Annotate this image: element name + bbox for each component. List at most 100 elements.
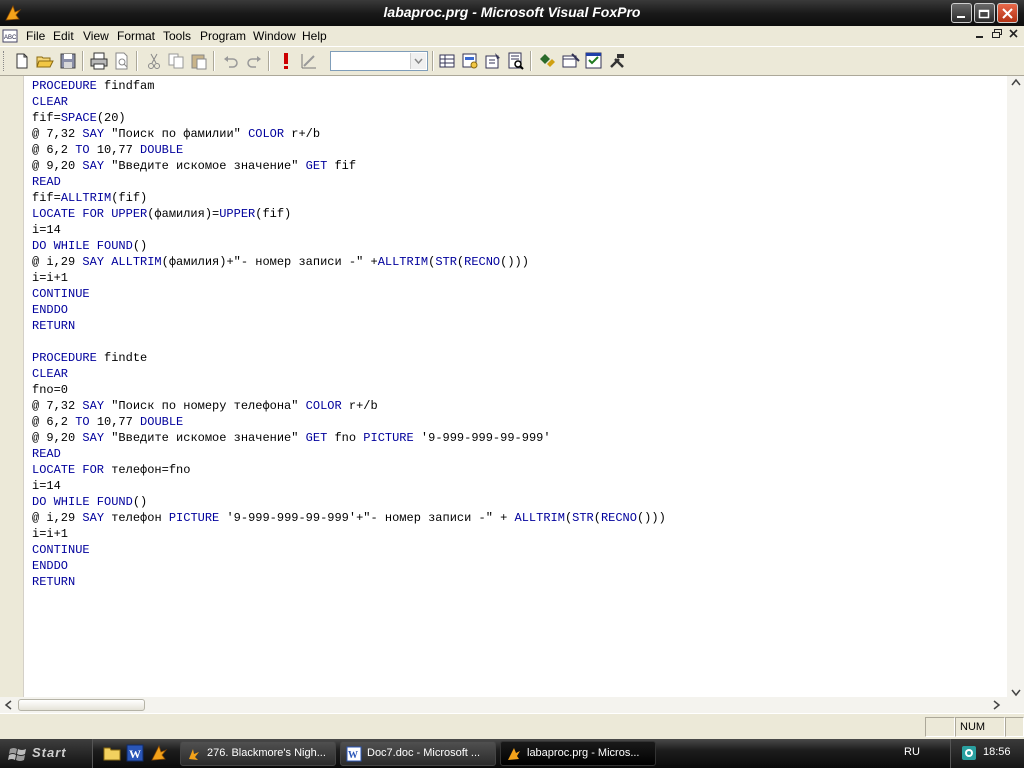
doc-close-button[interactable] <box>1006 28 1022 42</box>
code-line[interactable]: i=i+1 <box>32 526 666 542</box>
cut-button[interactable] <box>144 51 164 71</box>
vertical-scrollbar[interactable] <box>1007 76 1024 713</box>
data-session-button[interactable] <box>561 51 581 71</box>
code-line[interactable]: PROCEDURE findte <box>32 350 666 366</box>
undo-button[interactable] <box>221 51 241 71</box>
code-content[interactable]: PROCEDURE findfam CLEAR fif=SPACE(20) @ 7,3… <box>32 78 666 590</box>
code-text: findfam <box>96 79 155 93</box>
report-button[interactable] <box>483 51 503 71</box>
toolbar-grip[interactable] <box>3 51 7 71</box>
code-keyword: ALLTRIM <box>377 255 429 269</box>
code-line[interactable]: LOCATE FOR телефон=fno <box>32 462 666 478</box>
maximize-button[interactable] <box>974 3 995 23</box>
tools-button[interactable] <box>607 51 627 71</box>
report-preview-button[interactable] <box>506 51 526 71</box>
code-line[interactable]: READ <box>32 446 666 462</box>
data-session-icon <box>562 53 580 68</box>
menu-program[interactable]: Program <box>200 29 246 43</box>
code-line[interactable]: DO WHILE FOUND() <box>32 494 666 510</box>
code-line[interactable]: @ 7,32 SAY "Поиск по фамилии" COLOR r+/b <box>32 126 666 142</box>
code-line[interactable]: CLEAR <box>32 94 666 110</box>
network-icon[interactable] <box>961 745 977 761</box>
code-line[interactable]: fif=ALLTRIM(fif) <box>32 190 666 206</box>
folder-icon[interactable] <box>103 744 121 762</box>
print-button[interactable] <box>89 51 109 71</box>
close-icon <box>1009 29 1018 38</box>
code-line[interactable]: @ 9,20 SAY "Введите искомое значение" GE… <box>32 158 666 174</box>
form-button[interactable] <box>584 51 604 71</box>
scroll-down-icon[interactable] <box>1011 689 1021 700</box>
doc-restore-button[interactable] <box>989 28 1005 42</box>
minimize-button[interactable] <box>951 3 972 23</box>
code-line[interactable]: fno=0 <box>32 382 666 398</box>
code-line[interactable]: @ i,29 SAY ALLTRIM(фамилия)+"- номер зап… <box>32 254 666 270</box>
toolbar-combo[interactable] <box>330 51 428 71</box>
taskbar-task-active[interactable]: labaproc.prg - Micros... <box>500 741 656 766</box>
close-button[interactable] <box>997 3 1018 23</box>
code-line[interactable]: READ <box>32 174 666 190</box>
menu-edit[interactable]: Edit <box>53 29 74 43</box>
start-button[interactable]: Start <box>0 739 93 768</box>
menu-view[interactable]: View <box>83 29 109 43</box>
code-keyword: STR <box>572 511 594 525</box>
code-line[interactable] <box>32 334 666 350</box>
code-line[interactable]: DO WHILE FOUND() <box>32 238 666 254</box>
code-line[interactable]: CONTINUE <box>32 542 666 558</box>
menu-window[interactable]: Window <box>253 29 296 43</box>
code-text: 10,77 <box>89 143 141 157</box>
print-preview-button[interactable] <box>112 51 132 71</box>
code-editor[interactable]: PROCEDURE findfam CLEAR fif=SPACE(20) @ 7,3… <box>0 76 1024 713</box>
code-line[interactable]: i=i+1 <box>32 270 666 286</box>
code-text: @ 6,2 <box>32 415 76 429</box>
taskbar-task[interactable]: 276. Blackmore's Nigh... <box>180 741 336 766</box>
code-line[interactable]: RETURN <box>32 318 666 334</box>
chevron-down-icon[interactable] <box>410 53 426 69</box>
open-button[interactable] <box>35 51 55 71</box>
code-line[interactable]: @ 6,2 TO 10,77 DOUBLE <box>32 414 666 430</box>
code-line[interactable]: i=14 <box>32 478 666 494</box>
code-line[interactable]: i=14 <box>32 222 666 238</box>
code-keyword: SAY <box>82 399 105 413</box>
window-title: labaproc.prg - Microsoft Visual FoxPro <box>383 4 641 20</box>
new-button[interactable] <box>12 51 32 71</box>
database-button[interactable] <box>437 51 457 71</box>
menu-format[interactable]: Format <box>117 29 155 43</box>
word-icon[interactable]: W <box>126 744 144 762</box>
code-line[interactable]: ENDDO <box>32 302 666 318</box>
scroll-right-icon[interactable] <box>993 700 1001 713</box>
run-button[interactable] <box>276 51 296 71</box>
code-window-button[interactable] <box>537 51 557 71</box>
code-line[interactable]: ENDDO <box>32 558 666 574</box>
menu-file[interactable]: File <box>26 29 45 43</box>
code-line[interactable]: @ 6,2 TO 10,77 DOUBLE <box>32 142 666 158</box>
horizontal-scroll-thumb[interactable] <box>18 699 145 711</box>
code-line[interactable]: PROCEDURE findfam <box>32 78 666 94</box>
save-button[interactable] <box>58 51 78 71</box>
foxpro-quick-icon[interactable] <box>150 744 168 762</box>
modify-form-button[interactable] <box>299 51 319 71</box>
program-document-icon[interactable]: ABC <box>2 28 18 44</box>
code-text: fif= <box>32 111 61 125</box>
language-indicator[interactable]: RU <box>904 746 920 758</box>
code-line[interactable]: LOCATE FOR UPPER(фамилия)=UPPER(fif) <box>32 206 666 222</box>
code-line[interactable]: @ 9,20 SAY "Введите искомое значение" GE… <box>32 430 666 446</box>
menu-help[interactable]: Help <box>302 29 327 43</box>
form-wizard-button[interactable] <box>460 51 480 71</box>
code-line[interactable]: RETURN <box>32 574 666 590</box>
copy-button[interactable] <box>166 51 186 71</box>
menu-tools[interactable]: Tools <box>163 29 191 43</box>
code-line[interactable]: CLEAR <box>32 366 666 382</box>
horizontal-scrollbar[interactable] <box>0 697 1007 713</box>
code-line[interactable]: fif=SPACE(20) <box>32 110 666 126</box>
toolbar-separator <box>432 51 434 71</box>
scroll-up-icon[interactable] <box>1011 78 1021 89</box>
scroll-left-icon[interactable] <box>4 700 12 713</box>
taskbar-task[interactable]: W Doc7.doc - Microsoft ... <box>340 741 496 766</box>
redo-button[interactable] <box>244 51 264 71</box>
code-line[interactable]: @ i,29 SAY телефон PICTURE '9-999-999-99… <box>32 510 666 526</box>
paste-button[interactable] <box>189 51 209 71</box>
toolbar-separator <box>136 51 138 71</box>
code-line[interactable]: CONTINUE <box>32 286 666 302</box>
doc-minimize-button[interactable] <box>972 28 988 42</box>
code-line[interactable]: @ 7,32 SAY "Поиск по номеру телефона" CO… <box>32 398 666 414</box>
